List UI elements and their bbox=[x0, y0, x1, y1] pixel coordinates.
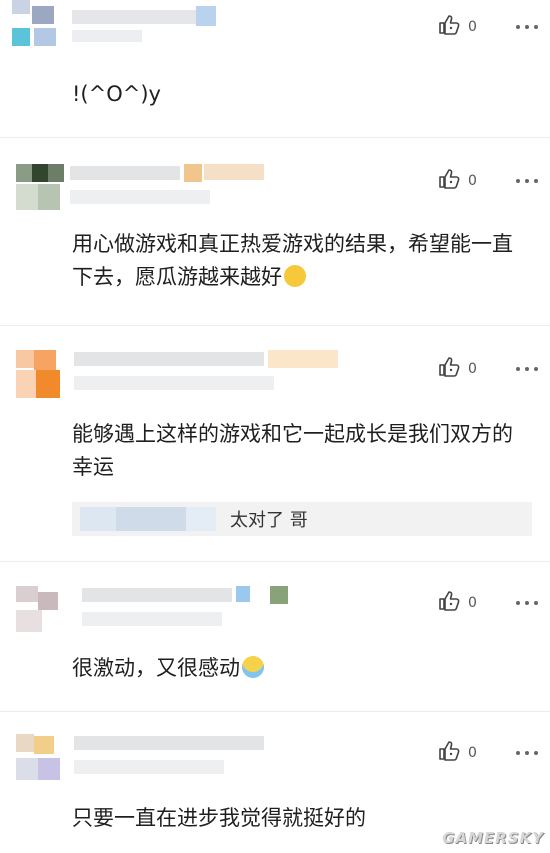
comment-text: 能够遇上这样的游戏和它一起成长是我们双方的幸运 bbox=[72, 422, 513, 479]
comment-actions: 0 bbox=[437, 590, 538, 616]
comment-item: 0 !(^O^)y bbox=[0, 0, 550, 138]
comment-header: 0 bbox=[0, 0, 550, 60]
grin-emoji-icon bbox=[284, 265, 306, 287]
reply-text: 太对了 哥 bbox=[230, 510, 308, 531]
comment-text-content: 很激动，又很感动 bbox=[72, 656, 240, 680]
more-dots-icon[interactable] bbox=[516, 25, 538, 29]
like-count: 0 bbox=[468, 745, 477, 761]
comment-item: 0 用心做游戏和真正热爱游戏的结果，希望能一直下去，愿瓜游越来越好 bbox=[0, 138, 550, 326]
blurred-username bbox=[12, 0, 222, 48]
thumbs-up-icon bbox=[437, 13, 461, 41]
comment-actions: 0 bbox=[437, 14, 538, 40]
blurred-username bbox=[12, 160, 272, 216]
thumbs-up-icon bbox=[437, 739, 461, 767]
like-button[interactable]: 0 bbox=[437, 355, 480, 383]
comment-header: 0 bbox=[0, 562, 550, 632]
more-dots-icon[interactable] bbox=[516, 179, 538, 183]
blurred-username bbox=[12, 346, 342, 406]
comment-text: 很激动，又很感动 bbox=[72, 652, 530, 685]
comment-actions: 0 bbox=[437, 356, 538, 382]
comment-header: 0 bbox=[0, 138, 550, 210]
blurred-reply-username bbox=[80, 507, 220, 531]
more-dots-icon[interactable] bbox=[516, 751, 538, 755]
like-button[interactable]: 0 bbox=[437, 13, 480, 41]
comment-item: 0 能够遇上这样的游戏和它一起成长是我们双方的幸运 太对了 哥 bbox=[0, 326, 550, 562]
like-count: 0 bbox=[468, 19, 477, 35]
crying-emoji-icon bbox=[242, 656, 264, 678]
blurred-username bbox=[12, 582, 302, 638]
thumbs-up-icon bbox=[437, 167, 461, 195]
like-button[interactable]: 0 bbox=[437, 739, 480, 767]
watermark: GAMERSKY bbox=[442, 829, 544, 847]
like-button[interactable]: 0 bbox=[437, 589, 480, 617]
comment-actions: 0 bbox=[437, 168, 538, 194]
thumbs-up-icon bbox=[437, 355, 461, 383]
more-dots-icon[interactable] bbox=[516, 601, 538, 605]
reply-item[interactable]: 太对了 哥 bbox=[72, 502, 532, 536]
thumbs-up-icon bbox=[437, 589, 461, 617]
comment-item: 0 很激动，又很感动 bbox=[0, 562, 550, 712]
comment-text: !(^O^)y bbox=[72, 82, 161, 106]
like-button[interactable]: 0 bbox=[437, 167, 480, 195]
comment-actions: 0 bbox=[437, 740, 538, 766]
comment-header: 0 bbox=[0, 326, 550, 398]
like-count: 0 bbox=[468, 173, 477, 189]
comment-header: 0 bbox=[0, 712, 550, 780]
more-dots-icon[interactable] bbox=[516, 367, 538, 371]
like-count: 0 bbox=[468, 595, 477, 611]
comment-text: 用心做游戏和真正热爱游戏的结果，希望能一直下去，愿瓜游越来越好 bbox=[72, 228, 530, 294]
blurred-username bbox=[12, 730, 272, 786]
like-count: 0 bbox=[468, 361, 477, 377]
